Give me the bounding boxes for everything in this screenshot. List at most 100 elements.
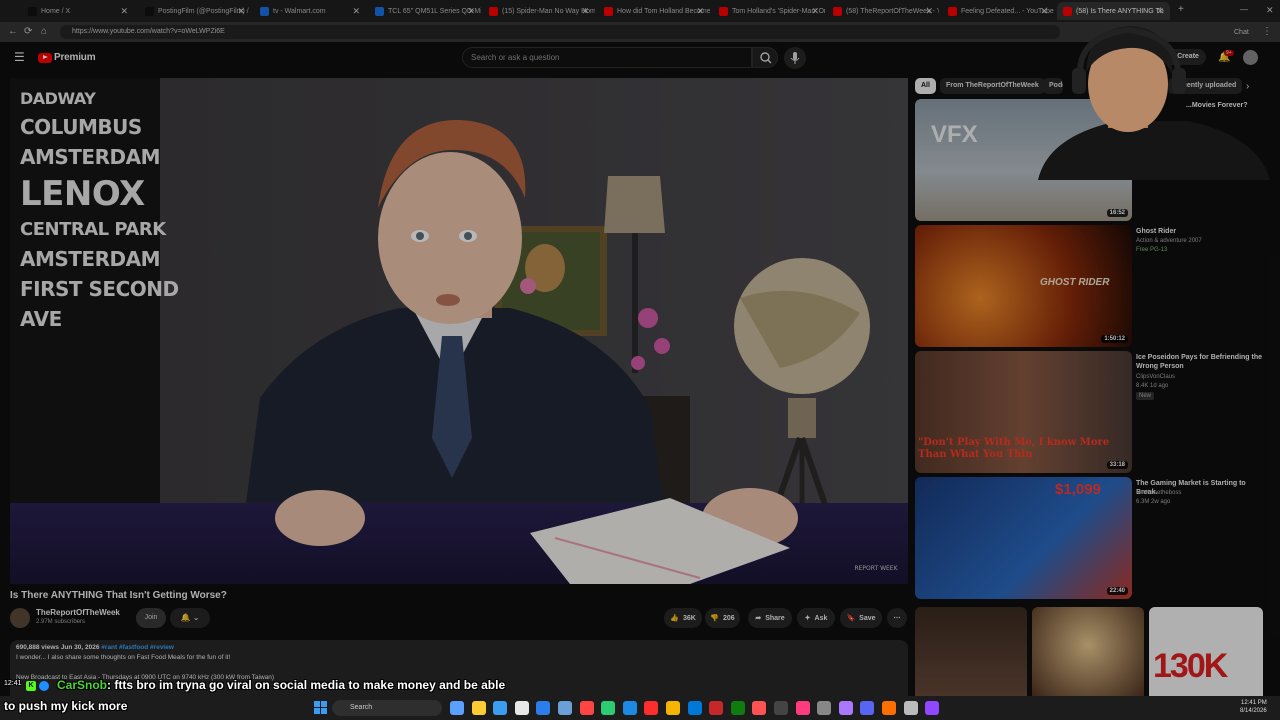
youtube-logo[interactable]: Premium (38, 52, 96, 63)
browser-tab[interactable]: Tom Holland's 'Spider-Man' Oru ✕ (713, 2, 825, 20)
shorts-thumbnail-3[interactable]: 130K (1149, 607, 1263, 700)
more-actions-button[interactable]: ⋯ (887, 608, 907, 628)
tab-favicon-icon (833, 6, 842, 16)
home-icon[interactable]: ⌂ (41, 26, 47, 38)
tab-favicon-icon (948, 6, 957, 16)
hamburger-menu-icon[interactable]: ☰ (14, 50, 25, 64)
ask-button[interactable]: ✦ Ask (797, 608, 835, 628)
channel-avatar[interactable] (10, 608, 30, 628)
street-sign-word: DADWAY (20, 89, 96, 108)
street-sign-word: CENTRAL PARK (20, 219, 166, 240)
address-bar[interactable]: https://www.youtube.com/watch?v=oWeLWPZi… (60, 25, 1060, 39)
rec-thumb-text-1: VFX (931, 121, 978, 148)
save-label: Save (859, 614, 876, 622)
taskbar-app-icon[interactable] (817, 701, 832, 715)
save-button[interactable]: 🔖 Save (840, 608, 882, 628)
tab-close-icon[interactable]: ✕ (237, 6, 245, 17)
share-button[interactable]: ➦ Share (748, 608, 792, 628)
rec-meta-3b: 8.4K 1d ago (1136, 383, 1169, 389)
join-button[interactable]: Join (136, 608, 166, 628)
taskbar-app-icon[interactable] (644, 701, 659, 715)
share-icon: ➦ (755, 615, 762, 622)
back-icon[interactable]: ← (8, 26, 18, 38)
taskbar-app-icon[interactable] (558, 701, 572, 715)
taskbar-app-icon[interactable] (860, 701, 875, 715)
taskbar-app-icon[interactable] (709, 701, 724, 715)
taskbar-app-icon[interactable] (622, 701, 637, 715)
taskbar-clock[interactable]: 12:41 PM 8/14/2026 (1240, 699, 1267, 715)
tab-close-icon[interactable]: ✕ (1040, 6, 1048, 17)
tab-close-icon[interactable]: ✕ (1156, 6, 1164, 17)
rec-thumb-text-4: $1,099 (1055, 481, 1101, 498)
browser-tab[interactable]: TCL 65" QM51L Series QD-Mini ✕ (369, 2, 481, 20)
taskbar-app-icon[interactable] (774, 701, 788, 715)
like-button[interactable]: 👍 36K (664, 608, 702, 628)
tab-close-icon[interactable]: ✕ (696, 6, 704, 17)
taskbar-app-icon[interactable] (795, 701, 810, 715)
taskbar-app-icon[interactable] (601, 701, 616, 715)
tab-close-icon[interactable]: ✕ (467, 6, 475, 17)
youtube-play-icon (38, 52, 52, 63)
tab-close-icon[interactable]: ✕ (352, 6, 360, 17)
taskbar-app-icon[interactable] (838, 701, 853, 715)
search-input[interactable]: Search or ask a question (462, 47, 752, 68)
rec-title-3[interactable]: Ice Poseidon Pays for Befriending the Wr… (1136, 353, 1266, 371)
search-icon (760, 52, 772, 64)
subscriber-count: 2.97M subscribers (36, 619, 86, 625)
street-sign-word: AMSTERDAM (20, 145, 160, 169)
tab-close-icon[interactable]: ✕ (120, 6, 128, 17)
taskbar-app-icon[interactable] (752, 701, 767, 715)
dislike-count: 206 (723, 614, 735, 622)
taskbar-app-icon[interactable] (687, 701, 702, 715)
rec-title-2[interactable]: Ghost Rider (1136, 227, 1266, 236)
duration-badge: 33:18 (1106, 461, 1128, 469)
new-tab-button[interactable]: + (1178, 4, 1184, 16)
rec-thumbnail-3[interactable]: "Don't Play With Me, I know More Than Wh… (915, 351, 1132, 473)
browser-tab[interactable]: Home / X ✕ (22, 2, 134, 20)
window-close-icon[interactable]: ✕ (1266, 4, 1274, 16)
rec-thumb-text-2: GHOST RIDER (1040, 277, 1110, 288)
dislike-button[interactable]: 👎 206 (705, 608, 740, 628)
minimize-icon[interactable]: — (1240, 4, 1248, 16)
browser-tab[interactable]: PostingFilm (@PostingFilm) / X ✕ (139, 2, 251, 20)
chat-message-line-2: to push my kick more (4, 699, 128, 713)
tab-close-icon[interactable]: ✕ (811, 6, 819, 17)
video-player[interactable]: REPORT WEEK DADWAY COLUMBUS AMSTERDAM LENOX… (10, 78, 908, 584)
hashtags[interactable]: #rant #fastfood #review (101, 644, 174, 651)
rec-meta-2a: Action & adventure 2007 (1136, 238, 1202, 244)
voice-search-button[interactable] (784, 47, 806, 69)
reload-icon[interactable]: ⟳ (24, 26, 32, 38)
taskbar-app-icon[interactable] (903, 701, 918, 715)
rec-thumbnail-4[interactable]: $1,099 22:40 (915, 477, 1132, 599)
shorts-thumbnail-2[interactable] (1032, 607, 1144, 700)
description-line-1: I wonder... I also share some thoughts o… (16, 654, 231, 661)
tab-close-icon[interactable]: ✕ (925, 6, 933, 17)
ask-label: Ask (814, 614, 828, 622)
new-badge: New (1136, 392, 1155, 400)
tab-favicon-icon (28, 6, 37, 16)
search-button[interactable] (752, 47, 778, 68)
like-count: 36K (682, 614, 696, 622)
microphone-icon (790, 52, 800, 64)
browser-tab[interactable]: How did Tom Holland Become S ✕ (598, 2, 710, 20)
taskbar-app-icon[interactable] (882, 701, 896, 715)
taskbar-app-icon[interactable] (579, 701, 594, 715)
webcam-overlay (1008, 16, 1274, 180)
rec-meta-2b: Free PG-13 (1136, 247, 1168, 253)
tab-favicon-icon (375, 6, 384, 16)
browser-tab[interactable]: (58) TheReportOfTheWeek - You ✕ (827, 2, 939, 20)
tab-close-icon[interactable]: ✕ (581, 6, 589, 17)
chip-all[interactable]: All (915, 78, 936, 94)
taskbar-app-icon[interactable] (925, 701, 940, 715)
channel-name[interactable]: TheReportOfTheWeek (36, 608, 120, 617)
rec-thumbnail-2[interactable]: GHOST RIDER 1:50:12 (915, 225, 1132, 347)
shorts-thumb-text: 130K (1153, 647, 1228, 685)
rec-meta-4a: Mrwhosetheboss (1136, 490, 1182, 496)
shorts-thumbnail-1[interactable] (915, 607, 1027, 700)
subscribe-bell-button[interactable]: 🔔 ⌄ (170, 608, 210, 628)
taskbar-app-icon[interactable] (666, 701, 680, 715)
taskbar-app-icon[interactable] (730, 701, 745, 715)
browser-tab[interactable]: (15) Spider-Man No Way Home: ✕ (483, 2, 595, 20)
stream-chat-overlay: 12:41 K CarSnob: ftts bro im tryna go vi… (0, 678, 540, 720)
browser-tab[interactable]: tv - Walmart.com ✕ (254, 2, 366, 20)
